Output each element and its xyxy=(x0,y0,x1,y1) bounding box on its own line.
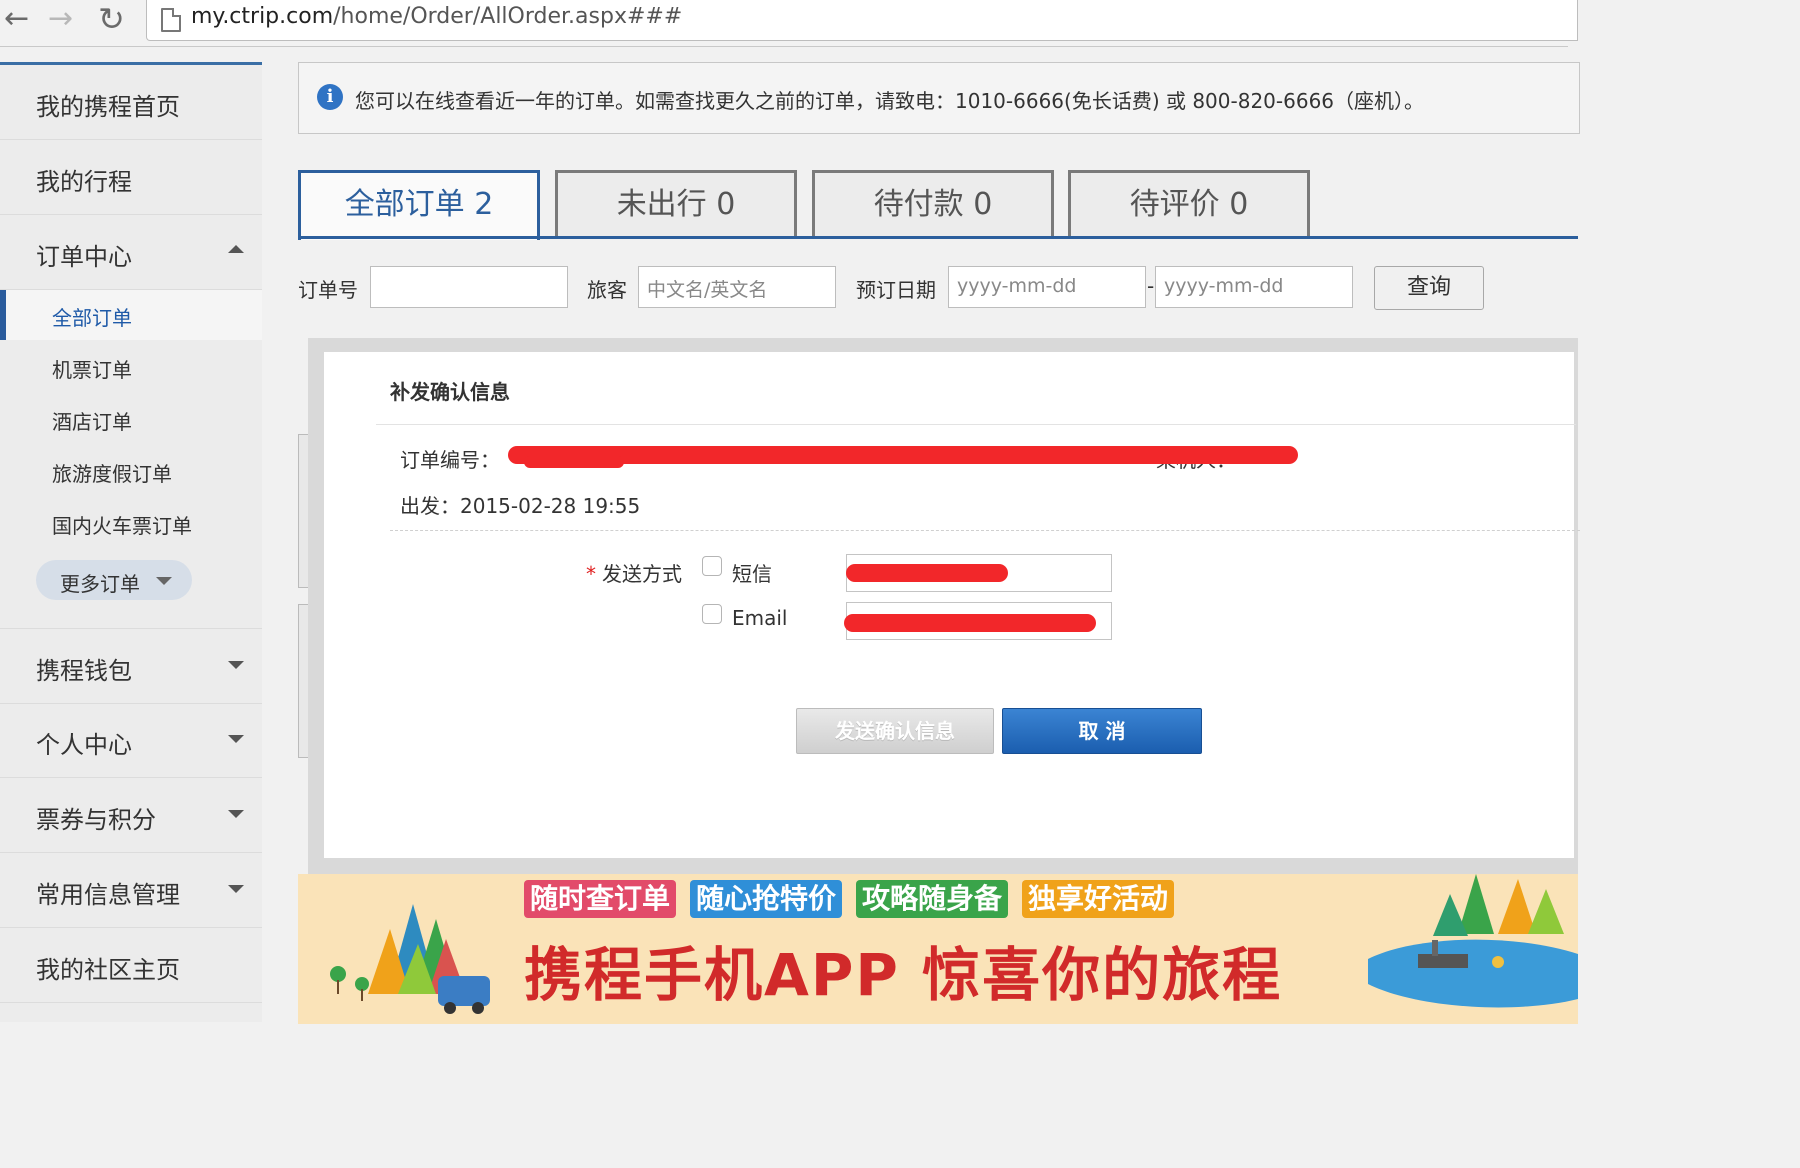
sms-checkbox[interactable] xyxy=(702,556,722,576)
sidebar-subitem-label: 国内火车票订单 xyxy=(52,514,192,538)
banner-pill: 攻略随身备 xyxy=(856,880,1009,918)
departure-label: 出发： xyxy=(400,494,460,518)
arrow-right-icon[interactable]: → xyxy=(48,4,73,34)
sidebar-subitem-vacation-orders[interactable]: 旅游度假订单 xyxy=(0,446,262,496)
sidebar-item-personal[interactable]: 个人中心 xyxy=(0,703,262,778)
tabs-underline xyxy=(298,236,1578,239)
required-mark: * xyxy=(586,562,596,586)
traveler-input[interactable]: 中文名/英文名 xyxy=(638,266,836,308)
sidebar-item-home[interactable]: 我的携程首页 xyxy=(0,65,262,140)
sidebar-subitem-label: 全部订单 xyxy=(52,306,132,330)
departure-info: 出发：2015-02-28 19:55 xyxy=(400,490,640,519)
query-button[interactable]: 查询 xyxy=(1374,266,1484,310)
sidebar-item-coupons[interactable]: 票券与积分 xyxy=(0,778,262,853)
sidebar-item-label: 我的行程 xyxy=(36,168,132,196)
sidebar-item-common-info[interactable]: 常用信息管理 xyxy=(0,853,262,928)
modal-overlay: 补发确认信息 订单编号： 乘机人： 出发：2015-02-28 19:55 *发… xyxy=(308,338,1580,874)
sidebar-item-label: 我的社区主页 xyxy=(36,956,180,984)
redaction-mark xyxy=(846,564,1008,582)
sidebar-subitem-flight-orders[interactable]: 机票订单 xyxy=(0,342,262,392)
banner-pill: 随时查订单 xyxy=(524,880,677,918)
order-no-label: 订单编号： xyxy=(400,448,500,472)
sidebar-item-label: 票券与积分 xyxy=(36,806,156,834)
date-from-input[interactable]: yyyy-mm-dd xyxy=(948,266,1146,308)
chevron-down-icon xyxy=(156,577,172,585)
arrow-left-icon[interactable]: ← xyxy=(4,4,29,34)
date-separator: - xyxy=(1147,274,1155,298)
tab-pending-payment[interactable]: 待付款 0 xyxy=(812,170,1054,236)
dotted-divider xyxy=(390,530,1580,531)
resend-confirmation-dialog: 补发确认信息 订单编号： 乘机人： 出发：2015-02-28 19:55 *发… xyxy=(324,352,1580,858)
info-icon: i xyxy=(317,84,343,110)
traveler-label: 旅客 xyxy=(587,278,627,302)
sidebar-subitem-label: 旅游度假订单 xyxy=(52,462,172,486)
app-promo-banner[interactable]: 随时查订单 随心抢特价 攻略随身备 独享好活动 携程手机APP 惊喜你的旅程 xyxy=(298,874,1578,1024)
sidebar-item-wallet[interactable]: 携程钱包 xyxy=(0,628,262,704)
browser-toolbar: ← → ↻ my.ctrip.com/home/Order/AllOrder.a… xyxy=(0,0,1578,47)
date-to-input[interactable]: yyyy-mm-dd xyxy=(1155,266,1353,308)
sidebar-subitem-all-orders[interactable]: 全部订单 xyxy=(0,290,262,340)
chevron-down-icon xyxy=(228,810,244,818)
sms-option-label: 短信 xyxy=(732,562,772,586)
scenery-illustration xyxy=(318,884,518,1014)
sidebar-item-label: 常用信息管理 xyxy=(36,881,180,909)
more-orders-label: 更多订单 xyxy=(60,572,140,596)
banner-pill: 随心抢特价 xyxy=(690,880,843,918)
sidebar: 我的携程首页 我的行程 订单中心 全部订单 机票订单 酒店订单 旅游度假订单 国… xyxy=(0,62,262,1022)
cancel-button[interactable]: 取 消 xyxy=(1002,708,1202,754)
redaction-mark xyxy=(844,614,1096,632)
redaction-mark xyxy=(524,456,624,468)
email-option-label: Email xyxy=(732,606,788,630)
url-text: my.ctrip.com/home/Order/AllOrder.aspx### xyxy=(191,4,683,29)
departure-value: 2015-02-28 19:55 xyxy=(460,494,641,518)
booking-date-label: 预订日期 xyxy=(856,278,936,302)
info-text: 您可以在线查看近一年的订单。如需查找更久之前的订单，请致电：1010-6666(… xyxy=(355,89,1425,113)
send-method-text: 发送方式 xyxy=(602,562,682,586)
sidebar-subitem-label: 机票订单 xyxy=(52,358,132,382)
tab-all-orders[interactable]: 全部订单 2 xyxy=(298,170,540,240)
sidebar-item-community[interactable]: 我的社区主页 xyxy=(0,928,262,1003)
sidebar-item-label: 个人中心 xyxy=(36,731,132,759)
divider xyxy=(376,424,1576,425)
sidebar-item-label: 订单中心 xyxy=(36,243,132,271)
chevron-down-icon xyxy=(228,735,244,743)
address-bar[interactable]: my.ctrip.com/home/Order/AllOrder.aspx### xyxy=(146,0,1578,41)
sidebar-subitem-label: 酒店订单 xyxy=(52,410,132,434)
dialog-title: 补发确认信息 xyxy=(390,380,510,404)
tab-pending-review[interactable]: 待评价 0 xyxy=(1068,170,1310,236)
send-confirmation-button[interactable]: 发送确认信息 xyxy=(796,708,994,754)
more-orders-button[interactable]: 更多订单 xyxy=(36,560,192,600)
reload-icon[interactable]: ↻ xyxy=(98,3,125,35)
tab-not-traveled[interactable]: 未出行 0 xyxy=(555,170,797,236)
info-notice: i 您可以在线查看近一年的订单。如需查找更久之前的订单，请致电：1010-666… xyxy=(298,62,1580,134)
sidebar-item-trips[interactable]: 我的行程 xyxy=(0,140,262,215)
scenery-illustration xyxy=(1358,874,1578,1014)
order-no-input[interactable] xyxy=(370,266,568,308)
chevron-down-icon xyxy=(228,885,244,893)
order-no-label: 订单号 xyxy=(298,278,358,302)
page-icon xyxy=(161,8,181,32)
sidebar-item-label: 我的携程首页 xyxy=(36,93,180,121)
sidebar-subitem-train-orders[interactable]: 国内火车票订单 xyxy=(0,498,262,548)
redaction-mark xyxy=(508,446,1298,464)
chevron-up-icon xyxy=(228,245,244,253)
chevron-down-icon xyxy=(228,661,244,669)
send-method-label: * 发送方式 xyxy=(586,558,682,587)
email-checkbox[interactable] xyxy=(702,604,722,624)
sidebar-item-label: 携程钱包 xyxy=(36,657,132,685)
sidebar-item-order-center[interactable]: 订单中心 xyxy=(0,215,262,290)
sidebar-subitem-hotel-orders[interactable]: 酒店订单 xyxy=(0,394,262,444)
banner-slogan: 携程手机APP 惊喜你的旅程 xyxy=(524,941,1283,1009)
banner-pill: 独享好活动 xyxy=(1022,880,1175,918)
